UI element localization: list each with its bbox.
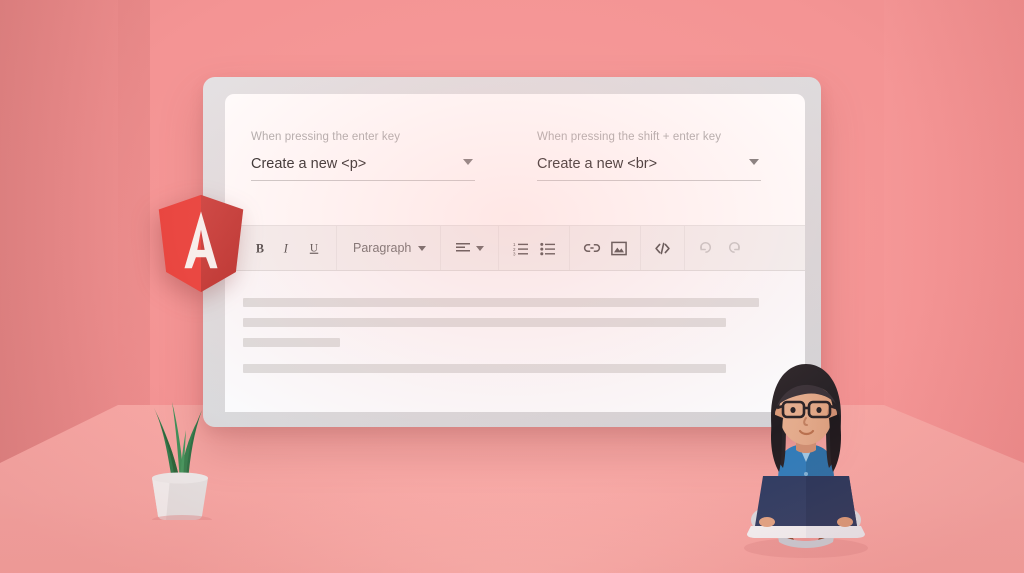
enter-key-field: When pressing the enter key Create a new… — [251, 131, 475, 181]
ordered-list-icon: 1 2 3 — [513, 242, 528, 256]
svg-text:3: 3 — [513, 251, 516, 256]
angular-logo — [158, 194, 244, 293]
align-left-icon — [455, 243, 470, 252]
toolbar-group-code — [641, 226, 686, 270]
hand-right — [837, 517, 853, 527]
undo-icon — [700, 242, 712, 253]
undo-button[interactable] — [693, 235, 720, 262]
svg-text:B: B — [256, 241, 264, 255]
monitor-screen: When pressing the enter key Create a new… — [225, 94, 805, 412]
code-icon — [655, 242, 671, 254]
shift-enter-key-value: Create a new <br> — [537, 156, 658, 172]
editor-toolbar: B I U Paragraph 1 2 3 — [225, 225, 805, 271]
chevron-down-icon — [749, 159, 759, 165]
bold-button[interactable]: B — [247, 235, 274, 262]
chevron-down-icon — [463, 159, 473, 165]
unordered-list-button[interactable] — [534, 235, 561, 262]
redo-icon — [729, 242, 741, 253]
align-dropdown[interactable] — [449, 235, 476, 262]
link-icon — [583, 243, 600, 253]
image-icon — [611, 241, 627, 255]
paragraph-dropdown-label: Paragraph — [353, 241, 412, 255]
toolbar-group-lists: 1 2 3 — [499, 226, 571, 270]
underline-button[interactable]: U — [301, 235, 328, 262]
monitor-frame: When pressing the enter key Create a new… — [203, 77, 821, 427]
settings-row: When pressing the enter key Create a new… — [225, 94, 805, 181]
italic-icon: I — [283, 241, 289, 255]
editor-content-area[interactable] — [225, 271, 805, 412]
content-placeholder-line — [243, 364, 727, 373]
toolbar-group-text-style: B I U — [239, 226, 337, 270]
eye-left — [790, 407, 796, 413]
potted-plant — [152, 402, 212, 520]
shift-enter-key-select[interactable]: Create a new <br> — [537, 156, 761, 181]
person-with-laptop-illustration — [744, 364, 868, 558]
bold-icon: B — [256, 241, 264, 255]
toolbar-group-insert — [570, 226, 642, 270]
enter-key-label: When pressing the enter key — [251, 131, 401, 143]
content-placeholder-line — [243, 338, 340, 347]
unordered-list-icon — [540, 242, 555, 255]
chevron-down-icon — [418, 245, 427, 251]
code-view-button[interactable] — [649, 235, 676, 262]
shift-enter-key-field: When pressing the shift + enter key Crea… — [537, 131, 761, 181]
italic-button[interactable]: I — [274, 235, 301, 262]
content-placeholder-line — [243, 298, 759, 307]
toolbar-group-alignment[interactable] — [441, 226, 500, 270]
underline-icon: U — [309, 242, 319, 254]
link-button[interactable] — [578, 235, 605, 262]
hand-left — [759, 517, 775, 527]
redo-button[interactable] — [720, 235, 747, 262]
eye-right — [816, 407, 822, 413]
image-button[interactable] — [605, 235, 632, 262]
enter-key-value: Create a new <p> — [251, 156, 367, 172]
chevron-down-icon — [476, 245, 485, 251]
svg-text:U: U — [310, 242, 318, 254]
shirt-button — [804, 472, 808, 476]
ordered-list-button[interactable]: 1 2 3 — [507, 235, 534, 262]
svg-text:I: I — [283, 241, 289, 255]
scene: When pressing the enter key Create a new… — [0, 0, 1024, 573]
content-placeholder-line — [243, 318, 727, 327]
toolbar-group-block-format[interactable]: Paragraph — [337, 226, 442, 270]
toolbar-group-history — [685, 226, 755, 270]
enter-key-select[interactable]: Create a new <p> — [251, 156, 475, 181]
shift-enter-key-label: When pressing the shift + enter key — [537, 131, 722, 143]
plant-leaves — [154, 402, 202, 482]
